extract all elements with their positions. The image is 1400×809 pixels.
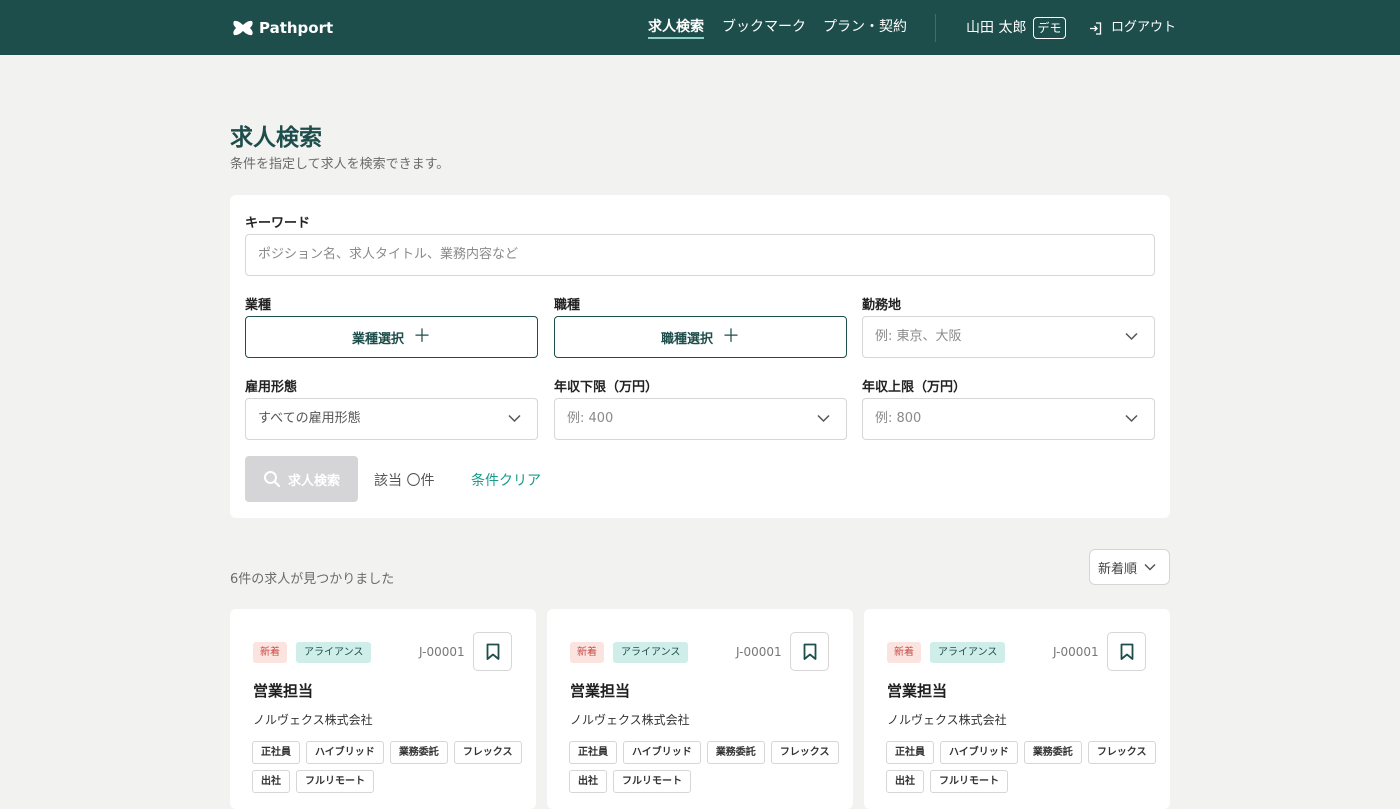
job-card[interactable]: 新着 アライアンス J-00001 営業担当 ノルヴェクス株式会社 正社員 ハイ… [230,609,536,809]
plus-icon: ＋ [413,326,431,347]
sort-select[interactable]: 新着順 [1089,549,1170,585]
job-tag: 正社員 [886,741,934,764]
top-navigation-bar: Pathport 求人検索 ブックマーク プラン・契約 山田 太郎 デモ ログア… [0,0,1400,55]
company-name: ノルヴェクス株式会社 [253,713,373,727]
alliance-badge: アライアンス [296,642,372,663]
salary-max-select[interactable]: 例: 800 [862,398,1155,440]
user-name: 山田 太郎 [966,20,1027,36]
clear-conditions-link[interactable]: 条件クリア [471,470,541,490]
search-icon [263,471,281,488]
plus-icon: ＋ [722,326,740,347]
salary-min-label: 年収下限（万円） [554,380,659,395]
job-tag: ハイブリッド [306,741,384,764]
bookmark-icon [486,643,499,660]
job-tag: フルリモート [296,770,374,793]
occupation-select-button[interactable]: 職種選択 ＋ [554,316,847,358]
salary-max-label: 年収上限（万円） [862,380,967,395]
job-title: 営業担当 [253,682,314,700]
job-title: 営業担当 [887,682,948,700]
search-button[interactable]: 求人検索 [245,456,358,502]
job-card[interactable]: 新着 アライアンス J-00001 営業担当 ノルヴェクス株式会社 正社員 ハイ… [864,609,1170,809]
job-title: 営業担当 [570,682,631,700]
location-label: 勤務地 [862,298,902,313]
bookmark-button[interactable] [473,632,512,671]
new-badge: 新着 [253,642,287,663]
job-tag: フレックス [453,741,522,764]
job-tag: ハイブリッド [940,741,1018,764]
job-id: J-00001 [419,645,465,659]
job-tag: 業務委託 [389,741,448,764]
nav-plan-contract[interactable]: プラン・契約 [823,17,907,39]
search-panel: キーワード ポジション名、求人タイトル、業務内容など 業種 業種選択 ＋ 職種 … [230,195,1170,518]
job-card[interactable]: 新着 アライアンス J-00001 営業担当 ノルヴェクス株式会社 正社員 ハイ… [547,609,853,809]
bookmark-button[interactable] [1107,632,1146,671]
location-placeholder: 例: 東京、大阪 [875,329,962,344]
keyword-input[interactable]: ポジション名、求人タイトル、業務内容など [245,234,1155,276]
sort-value: 新着順 [1098,561,1138,577]
page-subtitle: 条件を指定して求人を検索できます。 [230,157,450,172]
employment-type-select[interactable]: すべての雇用形態 [245,398,538,440]
industry-select-button[interactable]: 業種選択 ＋ [245,316,538,358]
alliance-badge: アライアンス [613,642,689,663]
logout-label: ログアウト [1111,20,1177,35]
location-combobox[interactable]: 例: 東京、大阪 [862,316,1155,358]
keyword-label: キーワード [245,216,311,231]
bookmark-button[interactable] [790,632,829,671]
keyword-placeholder: ポジション名、求人タイトル、業務内容など [258,247,519,262]
chevron-down-icon [1125,332,1138,341]
demo-badge: デモ [1033,17,1066,39]
page-title: 求人検索 [230,125,322,151]
salary-min-select[interactable]: 例: 400 [554,398,847,440]
industry-button-label: 業種選択 [351,331,404,347]
new-badge: 新着 [887,642,921,663]
logout-button[interactable]: ログアウト [1089,18,1176,38]
job-tag: 業務委託 [706,741,765,764]
job-tags: 正社員 ハイブリッド 業務委託 フレックス 出社 フルリモート [886,741,1156,793]
job-tag: 出社 [886,770,924,793]
job-tags: 正社員 ハイブリッド 業務委託 フレックス 出社 フルリモート [252,741,522,793]
bookmark-icon [803,643,816,660]
logout-icon [1090,21,1102,35]
job-tag: フルリモート [613,770,691,793]
occupation-label: 職種 [554,298,581,313]
salary-min-placeholder: 例: 400 [567,411,614,426]
brand-name: Pathport [259,19,334,37]
results-summary: 6件の求人が見つかりました [230,572,395,587]
chevron-down-icon [817,414,830,423]
company-name: ノルヴェクス株式会社 [570,713,690,727]
job-tag: 業務委託 [1023,741,1082,764]
job-tag: 正社員 [252,741,300,764]
nav-divider [935,14,936,42]
brand-logo[interactable]: Pathport [232,17,333,39]
job-tag: フレックス [770,741,839,764]
alliance-badge: アライアンス [930,642,1006,663]
search-button-label: 求人検索 [287,473,340,489]
occupation-button-label: 職種選択 [660,331,713,347]
job-tags: 正社員 ハイブリッド 業務委託 フレックス 出社 フルリモート [569,741,839,793]
brand-logo-icon [233,20,253,36]
company-name: ノルヴェクス株式会社 [887,713,1007,727]
job-tag: 出社 [569,770,607,793]
job-id: J-00001 [736,645,782,659]
chevron-down-icon [1125,414,1138,423]
job-tag: フレックス [1087,741,1156,764]
bookmark-icon [1120,643,1133,660]
job-id: J-00001 [1053,645,1099,659]
employment-type-value: すべての雇用形態 [258,411,361,426]
job-tag: 正社員 [569,741,617,764]
chevron-down-icon [508,414,521,423]
industry-label: 業種 [245,298,272,313]
job-tag: フルリモート [930,770,1008,793]
new-badge: 新着 [570,642,604,663]
job-tag: ハイブリッド [623,741,701,764]
chevron-down-icon [1144,563,1156,571]
job-tag: 出社 [252,770,290,793]
salary-max-placeholder: 例: 800 [875,411,922,426]
employment-type-label: 雇用形態 [245,380,298,395]
nav-job-search[interactable]: 求人検索 [648,17,704,39]
match-count: 該当 〇件 [374,473,435,489]
nav-bookmarks[interactable]: ブックマーク [722,17,806,39]
